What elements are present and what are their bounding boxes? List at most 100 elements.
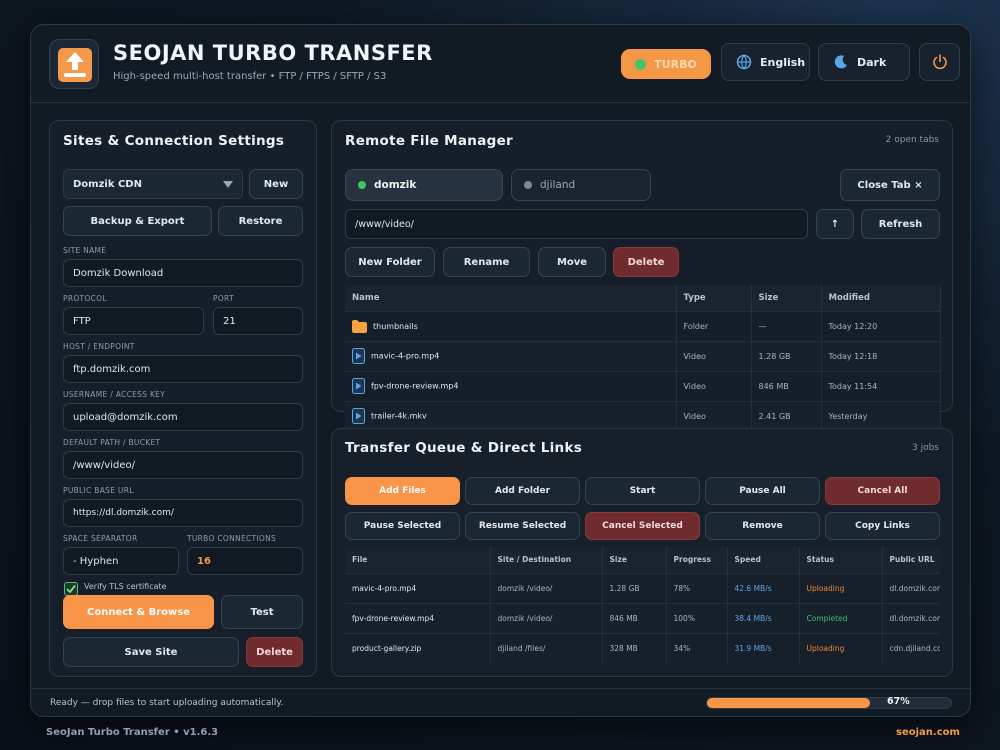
file-type-cell: Video bbox=[676, 400, 752, 431]
app-subtitle: High-speed multi-host transfer • FTP / F… bbox=[113, 71, 387, 82]
col-status[interactable]: Status bbox=[799, 547, 883, 573]
default-path-field[interactable]: /www/video/ bbox=[63, 451, 303, 479]
public-url-field[interactable]: https://dl.domzik.com/ bbox=[63, 499, 303, 527]
file-name-cell: thumbnails bbox=[345, 310, 677, 341]
site-select[interactable]: Domzik CDN bbox=[63, 169, 243, 199]
table-row[interactable]: product-gallery.zip djiland /files/ 328 … bbox=[345, 632, 940, 663]
connect-browse-button[interactable]: Connect & Browse bbox=[63, 595, 214, 629]
add-folder-button[interactable]: Add Folder bbox=[465, 477, 580, 505]
app-title: SEOJAN TURBO TRANSFER bbox=[113, 41, 433, 65]
backup-export-button[interactable]: Backup & Export bbox=[63, 206, 212, 236]
turbo-connections-field[interactable]: 16 bbox=[187, 547, 303, 575]
video-file-icon bbox=[352, 378, 365, 394]
new-folder-button[interactable]: New Folder bbox=[345, 247, 435, 277]
table-row[interactable]: fpv-drone-review.mp4 domzik /video/ 846 … bbox=[345, 602, 940, 633]
move-button[interactable]: Move bbox=[538, 247, 606, 277]
queue-table: File Site / Destination Size Progress Sp… bbox=[345, 547, 940, 663]
pause-selected-button[interactable]: Pause Selected bbox=[345, 512, 460, 540]
new-site-button[interactable]: New bbox=[249, 169, 303, 199]
separator-select[interactable]: - Hyphen bbox=[63, 547, 179, 575]
tls-checkbox[interactable] bbox=[64, 582, 78, 596]
col-type[interactable]: Type bbox=[676, 285, 752, 311]
add-files-button[interactable]: Add Files bbox=[345, 477, 460, 505]
power-button[interactable] bbox=[919, 43, 960, 81]
turbo-toggle[interactable]: TURBO bbox=[621, 49, 711, 79]
site-name-field[interactable]: Domzik Download bbox=[63, 259, 303, 287]
jobs-count: 3 jobs bbox=[912, 443, 939, 453]
parent-dir-button[interactable]: ↑ bbox=[816, 209, 854, 239]
save-site-button[interactable]: Save Site bbox=[63, 637, 239, 667]
col-size[interactable]: Size bbox=[602, 547, 667, 573]
transfer-queue-panel: Transfer Queue & Direct Links 3 jobs Add… bbox=[331, 428, 953, 677]
table-row[interactable]: fpv-drone-review.mp4 Video 846 MB Today … bbox=[345, 370, 941, 401]
file-name-cell: trailer-4k.mkv bbox=[345, 400, 677, 431]
col-file[interactable]: File bbox=[345, 547, 491, 573]
col-progress[interactable]: Progress bbox=[666, 547, 728, 573]
job-status-cell: Completed bbox=[799, 602, 883, 633]
resume-selected-button[interactable]: Resume Selected bbox=[465, 512, 580, 540]
col-name[interactable]: Name bbox=[345, 285, 677, 311]
upload-logo-icon bbox=[49, 39, 99, 89]
sites-panel-title: Sites & Connection Settings bbox=[63, 133, 285, 149]
queue-table-wrapper[interactable]: File Site / Destination Size Progress Sp… bbox=[345, 547, 940, 664]
port-field[interactable]: 21 bbox=[213, 307, 303, 335]
remote-path-field[interactable]: /www/video/ bbox=[345, 209, 808, 239]
pause-all-button[interactable]: Pause All bbox=[705, 477, 820, 505]
table-row[interactable]: mavic-4-pro.mp4 Video 1.28 GB Today 12:1… bbox=[345, 340, 941, 371]
col-public-url[interactable]: Public URL bbox=[882, 547, 940, 573]
file-name-cell: mavic-4-pro.mp4 bbox=[345, 340, 677, 371]
table-row[interactable]: trailer-4k.mkv Video 2.41 GB Yesterday bbox=[345, 400, 941, 431]
file-type-cell: Folder bbox=[676, 310, 752, 341]
remove-button[interactable]: Remove bbox=[705, 512, 820, 540]
col-speed[interactable]: Speed bbox=[727, 547, 800, 573]
job-dest-cell: domzik /video/ bbox=[490, 602, 603, 633]
job-url-cell[interactable]: dl.domzik.com/video/fpv-drone-r... bbox=[882, 602, 940, 633]
delete-remote-button[interactable]: Delete bbox=[613, 247, 679, 277]
file-size-cell: 846 MB bbox=[751, 370, 822, 401]
tab-domzik[interactable]: domzik bbox=[345, 169, 503, 201]
file-modified-cell: Yesterday bbox=[821, 400, 941, 431]
protocol-label: PROTOCOL bbox=[63, 294, 107, 303]
host-field[interactable]: ftp.domzik.com bbox=[63, 355, 303, 383]
file-type-cell: Video bbox=[676, 340, 752, 371]
queue-panel-title: Transfer Queue & Direct Links bbox=[345, 440, 583, 456]
job-file-cell: mavic-4-pro.mp4 bbox=[345, 572, 491, 603]
default-path-label: DEFAULT PATH / BUCKET bbox=[63, 438, 161, 447]
job-size-cell: 1.28 GB bbox=[602, 572, 667, 603]
copy-links-button[interactable]: Copy Links bbox=[825, 512, 940, 540]
delete-site-button[interactable]: Delete bbox=[246, 637, 303, 667]
cancel-all-button[interactable]: Cancel All bbox=[825, 477, 940, 505]
close-tab-button[interactable]: Close Tab × bbox=[840, 169, 940, 201]
theme-button[interactable]: Dark bbox=[818, 43, 910, 81]
tab-label: domzik bbox=[374, 179, 417, 191]
file-name-cell: fpv-drone-review.mp4 bbox=[345, 370, 677, 401]
tab-djiland[interactable]: djiland bbox=[511, 169, 651, 201]
col-size[interactable]: Size bbox=[751, 285, 822, 311]
job-dest-cell: domzik /video/ bbox=[490, 572, 603, 603]
job-status-cell: Uploading bbox=[799, 632, 883, 663]
file-modified-cell: Today 12:18 bbox=[821, 340, 941, 371]
job-url-cell[interactable]: dl.domzik.com/video/mavic-4-pro... bbox=[882, 572, 940, 603]
footer-link[interactable]: seojan.com bbox=[896, 727, 960, 738]
start-button[interactable]: Start bbox=[585, 477, 700, 505]
language-button[interactable]: English bbox=[721, 43, 810, 81]
job-speed-cell: 38.4 MB/s bbox=[727, 602, 800, 633]
protocol-field[interactable]: FTP bbox=[63, 307, 204, 335]
col-destination[interactable]: Site / Destination bbox=[490, 547, 603, 573]
table-row[interactable]: thumbnails Folder — Today 12:20 bbox=[345, 310, 941, 341]
restore-button[interactable]: Restore bbox=[218, 206, 303, 236]
table-row[interactable]: mavic-4-pro.mp4 domzik /video/ 1.28 GB 7… bbox=[345, 572, 940, 603]
status-bar: Ready — drop files to start uploading au… bbox=[31, 688, 970, 716]
app-header: SEOJAN TURBO TRANSFER High-speed multi-h… bbox=[31, 25, 970, 103]
remote-file-table: Name Type Size Modified thumbnails Folde… bbox=[345, 285, 941, 431]
refresh-button[interactable]: Refresh bbox=[861, 209, 940, 239]
username-field[interactable]: upload@domzik.com bbox=[63, 403, 303, 431]
col-modified[interactable]: Modified bbox=[821, 285, 941, 311]
job-size-cell: 846 MB bbox=[602, 602, 667, 633]
overall-progress-bar bbox=[706, 697, 952, 709]
job-url-cell[interactable]: cdn.djiland.com/files/product-g... bbox=[882, 632, 940, 663]
progress-fill bbox=[707, 698, 871, 708]
cancel-selected-button[interactable]: Cancel Selected bbox=[585, 512, 700, 540]
rename-button[interactable]: Rename bbox=[443, 247, 530, 277]
test-connection-button[interactable]: Test bbox=[221, 595, 303, 629]
